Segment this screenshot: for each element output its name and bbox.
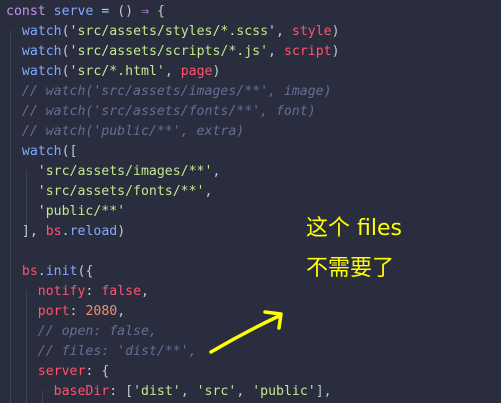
code-token: watch — [21, 144, 62, 159]
code-token: serve — [53, 4, 94, 19]
code-line-7: // watch('public/**', extra) — [6, 122, 244, 142]
code-line-1: const serve = () ⇒ { — [6, 2, 165, 22]
code-token: ], — [315, 384, 332, 399]
code-line-10: 'src/assets/fonts/**', — [6, 182, 213, 202]
annotation-line-1: 这个 files — [306, 216, 402, 241]
code-token: : — [85, 284, 94, 299]
code-line-20: baseDir: ['dist', 'src', 'public'], — [6, 382, 332, 402]
code-token: ( — [61, 44, 70, 59]
code-token: 'src/*.html' — [69, 64, 165, 79]
code-token: ) — [331, 24, 340, 39]
code-line-3: watch('src/assets/scripts/*.js', script) — [6, 42, 340, 62]
code-token: 'src/assets/scripts/*.js' — [69, 44, 269, 59]
code-token: const — [6, 4, 46, 19]
code-token: ( — [61, 24, 70, 39]
code-token: ) — [117, 224, 126, 239]
code-token: , — [275, 24, 284, 39]
code-token: : — [69, 304, 78, 319]
code-token: server — [37, 364, 86, 379]
code-token: , — [117, 304, 126, 319]
code-token: . — [37, 264, 46, 279]
code-line-12: ], bs.reload) — [6, 222, 125, 242]
code-token: , — [141, 284, 149, 299]
code-token: ( — [61, 64, 70, 79]
code-token: init — [45, 264, 78, 279]
code-token: 'public/**' — [37, 204, 126, 219]
code-token: 'public' — [252, 384, 316, 399]
code-line-2: watch('src/assets/styles/*.scss', style) — [6, 22, 340, 42]
code-line-9: 'src/assets/images/**', — [6, 162, 221, 182]
code-line-8: watch([ — [6, 142, 78, 162]
code-token: : — [85, 364, 94, 379]
code-token: 'src/assets/images/**' — [37, 164, 213, 179]
code-token: script — [283, 44, 332, 59]
code-token: false — [101, 284, 142, 299]
code-token: { — [101, 364, 110, 379]
code-line-4: watch('src/*.html', page) — [6, 62, 221, 82]
code-comment: // files: 'dist/**', — [37, 344, 197, 359]
code-token: port — [37, 304, 70, 319]
code-token: watch — [21, 24, 62, 39]
code-token: watch — [21, 44, 62, 59]
code-token: { — [156, 4, 165, 19]
code-token: notify — [37, 284, 86, 299]
code-token: () — [117, 4, 134, 19]
code-comment: // open: false, — [37, 324, 157, 339]
code-token: ([ — [61, 144, 78, 159]
code-token: ) — [331, 44, 340, 59]
code-line-11: 'public/**' — [6, 202, 125, 222]
code-comment: // watch('src/assets/images/**', image) — [21, 84, 332, 99]
code-token: ], — [21, 224, 38, 239]
code-token: watch — [21, 64, 62, 79]
code-token: ) — [212, 64, 221, 79]
code-line-19: server: { — [6, 362, 110, 382]
code-token: bs — [21, 264, 38, 279]
code-comment: // watch('src/assets/fonts/**', font) — [21, 104, 316, 119]
code-token: , — [164, 64, 173, 79]
code-token: , — [180, 384, 197, 399]
code-token: . — [61, 224, 70, 239]
code-token: , — [212, 164, 221, 179]
code-token: = — [101, 4, 110, 19]
annotation-line-2: 不需要了 — [306, 256, 395, 281]
code-line-18: // files: 'dist/**', — [6, 342, 197, 362]
code-token: bs — [45, 224, 62, 239]
code-token: , — [204, 184, 213, 199]
code-line-15: notify: false, — [6, 282, 149, 302]
code-token: , — [236, 384, 253, 399]
code-token: ({ — [77, 264, 94, 279]
code-comment: // watch('public/**', extra) — [21, 124, 245, 139]
code-token: 'src' — [196, 384, 237, 399]
code-token: style — [291, 24, 332, 39]
code-token: baseDir — [53, 384, 110, 399]
code-token: : — [109, 384, 118, 399]
code-line-14: bs.init({ — [6, 262, 94, 282]
code-token: page — [180, 64, 213, 79]
code-line-5: // watch('src/assets/images/**', image) — [6, 82, 332, 102]
code-token: reload — [69, 224, 118, 239]
code-token: , — [268, 44, 276, 59]
code-token: [ — [125, 384, 134, 399]
code-token: 2080 — [85, 304, 118, 319]
code-line-16: port: 2080, — [6, 302, 125, 322]
code-token: 'src/assets/fonts/**' — [37, 184, 205, 199]
code-token: 'src/assets/styles/*.scss' — [69, 24, 276, 39]
code-token: ⇒ — [141, 4, 150, 19]
annotation-arrow-icon — [209, 310, 283, 354]
code-line-17: // open: false, — [6, 322, 157, 342]
code-token: 'dist' — [133, 384, 181, 399]
code-line-6: // watch('src/assets/fonts/**', font) — [6, 102, 316, 122]
